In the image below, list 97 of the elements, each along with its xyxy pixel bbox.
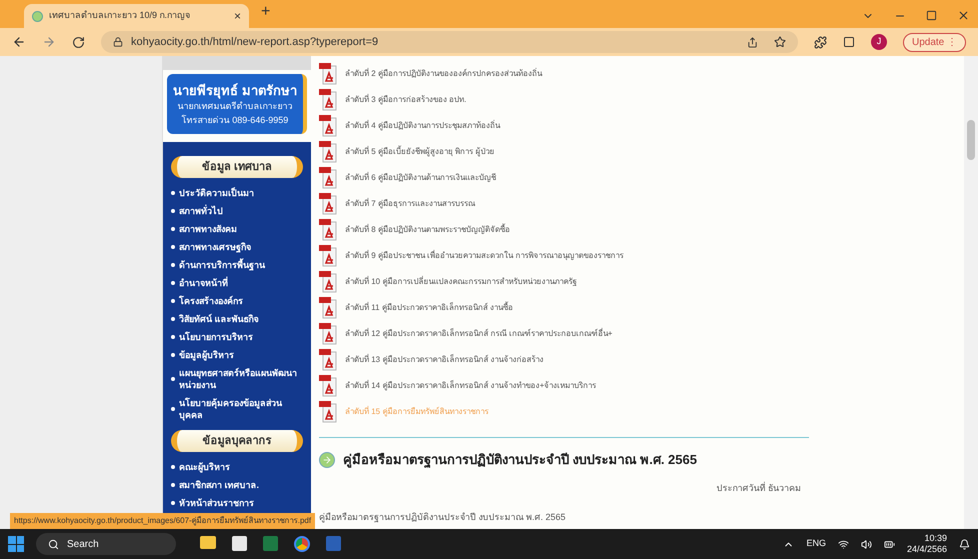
browser-icon[interactable] [294, 536, 310, 552]
browser-tab[interactable]: เทศบาลตำบลเกาะยาว 10/9 ก.กาญจ × [24, 4, 249, 28]
lock-icon [113, 37, 123, 47]
bullet-icon [171, 483, 175, 487]
bullet-icon [171, 317, 175, 321]
document-link[interactable]: ลำดับที่ 12 คู่มือประกวดราคาอิเล็กทรอนิกส์ กรณี เกณฑ์ราคาประกอบเกณฑ์อื่น+ [345, 328, 612, 340]
language-indicator[interactable]: ENG [806, 537, 826, 551]
document-link[interactable]: ลำดับที่ 7 คู่มือธุรการและงานสารบรรณ [345, 198, 475, 210]
pdf-file-icon [319, 375, 337, 397]
notification-icon[interactable] [959, 538, 970, 550]
status-url: https://www.kohyaocity.go.th/product_images/607-คู่มือการยืมทรัพย์สินทางราชการ.pdf [10, 513, 316, 529]
bullet-icon [171, 209, 175, 213]
document-link[interactable]: ลำดับที่ 11 คู่มือประกวดราคาอิเล็กทรอนิกส์ งานซื้อ [345, 302, 513, 314]
pdf-file-icon [319, 63, 337, 85]
pdf-file-icon [319, 297, 337, 319]
back-icon[interactable] [12, 35, 26, 49]
pdf-file-icon [319, 141, 337, 163]
site-favicon-icon [32, 10, 43, 22]
menu-link[interactable]: สภาพทางเศรษฐกิจ [179, 241, 251, 253]
tab-title: เทศบาลตำบลเกาะยาว 10/9 ก.กาญจ [49, 9, 190, 22]
document-link[interactable]: ลำดับที่ 6 คู่มือปฏิบัติงานด้านการเงินและบัญชี [345, 172, 496, 184]
section-description: คู่มือหรือมาตรฐานการปฏิบัติงานประจำปี งบประมาณ พ.ศ. 2565 [319, 511, 567, 524]
menu-link[interactable]: ด้านการบริการพื้นฐาน [179, 259, 265, 271]
menu-dots: ⋮ [947, 36, 957, 48]
menu-heading: ข้อมูลบุคลากร [171, 430, 303, 452]
bullet-icon [171, 407, 175, 411]
bullet-icon [171, 245, 175, 249]
bullet-icon [171, 335, 175, 339]
pdf-file-icon [319, 349, 337, 371]
menu-link[interactable]: สมาชิกสภา เทศบาล. [179, 479, 260, 491]
document-link[interactable]: ลำดับที่ 13 คู่มือประกวดราคาอิเล็กทรอนิกส์ งานจ้างก่อสร้าง [345, 354, 544, 366]
pdf-file-icon [319, 89, 337, 111]
pdf-file-icon [319, 401, 337, 423]
taskbar-search[interactable]: Search [36, 533, 176, 555]
update-button[interactable]: Update ⋮ [902, 32, 966, 52]
mayor-name: นายพีรยุทธ์ มาตรักษา [173, 82, 297, 100]
document-link[interactable]: ลำดับที่ 4 คู่มือปฏิบัติงานการประชุมสภาท้องถิ่น [345, 120, 500, 132]
mayor-hotline: โทรสายด่วน 089-646-9959 [182, 114, 288, 127]
bullet-icon [171, 227, 175, 231]
mayor-title: นายกเทศมนตรีตำบลเกาะยาว [178, 100, 292, 114]
menu-link[interactable]: สภาพทางสังคม [179, 223, 237, 235]
forward-icon[interactable] [42, 35, 56, 49]
menu-link[interactable]: ข้อมูลผู้บริหาร [179, 349, 234, 361]
start-icon[interactable] [8, 536, 24, 552]
document-link[interactable]: ลำดับที่ 9 คู่มือประชาชน เพื่ออำนวยความสะดวกใน การพิจารณาอนุญาตของราชการ [345, 250, 624, 262]
bullet-icon [171, 377, 175, 381]
document-link[interactable]: ลำดับที่ 14 คู่มือประกวดราคาอิเล็กทรอนิกส์ งานจ้างทำของ+จ้างเหมาบริการ [345, 380, 596, 392]
new-tab-button[interactable]: + [261, 0, 270, 24]
bullet-icon [171, 299, 175, 303]
reload-icon[interactable] [72, 36, 85, 48]
document-link[interactable]: ลำดับที่ 5 คู่มือเบี้ยยังชีพผู้สูงอายุ พิการ ผู้ป่วย [345, 146, 494, 158]
bullet-icon [171, 501, 175, 505]
bullet-icon [171, 465, 175, 469]
bookmark-star-icon[interactable] [774, 36, 786, 48]
menu-link[interactable]: คณะผู้บริหาร [179, 461, 230, 473]
pdf-file-icon [319, 219, 337, 241]
tab-close[interactable]: × [234, 7, 241, 25]
wifi-icon[interactable] [838, 538, 849, 550]
document-link[interactable]: ลำดับที่ 3 คู่มือการก่อสร้างของ อปท. [345, 94, 466, 106]
profile-avatar[interactable]: J [870, 34, 887, 50]
document-link[interactable]: ลำดับที่ 10 คู่มือการเปลี่ยนแปลงคณะกรรมการสำหรับหน่วยงานภาครัฐ [345, 276, 576, 288]
url-text: kohyaocity.go.th/html/new-report.asp?typereport=9 [131, 34, 378, 50]
bullet-icon [171, 281, 175, 285]
pdf-file-icon [319, 167, 337, 189]
pdf-file-icon [319, 115, 337, 137]
clock[interactable]: 10:39 24/4/2566 [906, 533, 947, 555]
battery-icon[interactable] [884, 538, 895, 550]
speaker-icon[interactable] [860, 538, 872, 550]
search-icon [48, 538, 59, 550]
menu-link[interactable]: สภาพทั่วไป [179, 205, 223, 217]
side-panel-icon[interactable] [842, 36, 855, 48]
pdf-file-icon [319, 193, 337, 215]
bullet-icon [171, 263, 175, 267]
menu-link[interactable]: แผนยุทธศาสตร์หรือแผนพัฒนาหน่วยงาน [179, 367, 303, 391]
bullet-icon [171, 191, 175, 195]
announce-date: ประกาศวันที่ ธันวาคม [716, 482, 801, 494]
pdf-file-icon [319, 323, 337, 345]
menu-link[interactable]: หัวหน้าส่วนราชการ [179, 497, 254, 509]
menu-link[interactable]: นโยบายคุ้มครองข้อมูลส่วนบุคคล [179, 397, 303, 421]
scrollbar-thumb[interactable] [967, 120, 975, 160]
document-link[interactable]: ลำดับที่ 8 คู่มือปฏิบัติงานตามพระราชบัญญัติจัดซื้อ [345, 224, 510, 236]
maximize-icon[interactable] [926, 10, 937, 21]
menu-link[interactable]: นโยบายการบริหาร [179, 331, 253, 343]
close-icon[interactable] [957, 9, 970, 22]
extensions-icon[interactable] [814, 36, 827, 48]
address-bar[interactable]: kohyaocity.go.th/html/new-report.asp?typereport=9 [101, 31, 798, 53]
share-icon[interactable] [746, 36, 758, 48]
pdf-file-icon [319, 271, 337, 293]
menu-link[interactable]: วิสัยทัศน์ และพันธกิจ [179, 313, 259, 325]
document-link[interactable]: ลำดับที่ 2 คู่มือการปฏิบัติงานขององค์กรปกครองส่วนท้องถิ่น [345, 68, 542, 80]
menu-link[interactable]: ประวัติความเป็นมา [179, 187, 254, 199]
section-title: คู่มือหรือมาตรฐานการปฏิบัติงานประจำปี งบประมาณ พ.ศ. 2565 [343, 451, 697, 470]
menu-link[interactable]: โครงสร้างองค์กร [179, 295, 243, 307]
menu-heading: ข้อมูล เทศบาล [171, 156, 303, 178]
pdf-file-icon [319, 245, 337, 267]
menu-link[interactable]: อำนาจหน้าที่ [179, 277, 228, 289]
bullet-icon [171, 353, 175, 357]
